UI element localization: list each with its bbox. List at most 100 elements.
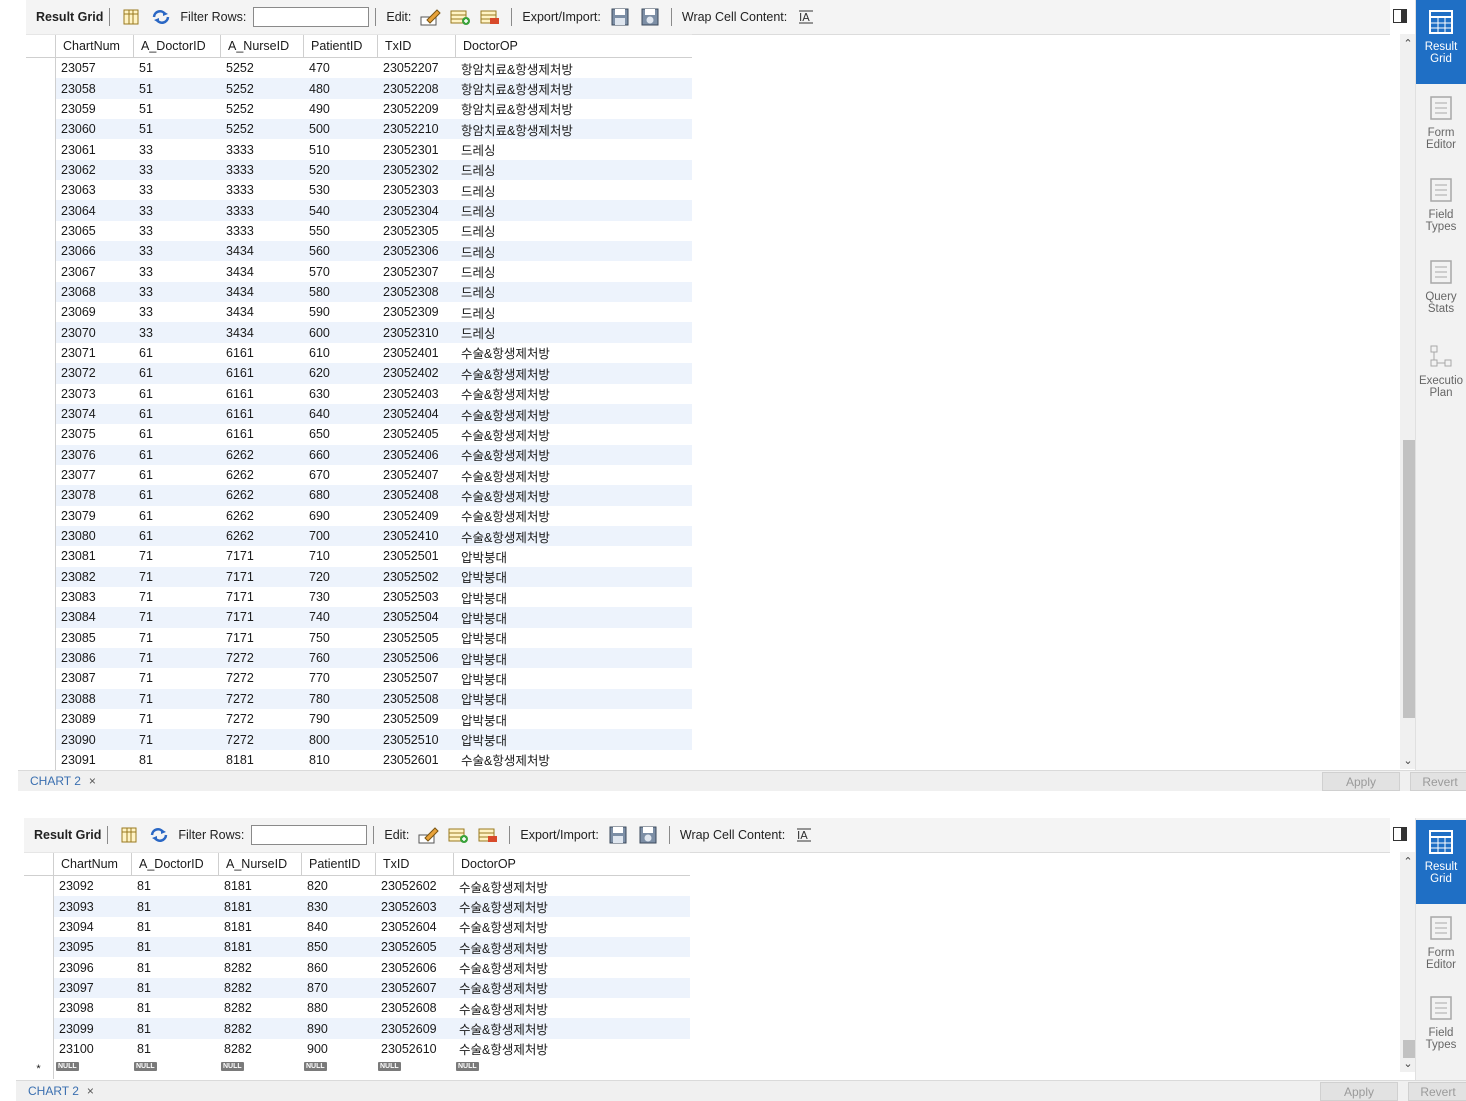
cell-txid[interactable]: 23052304	[378, 200, 456, 221]
cell-chartnum[interactable]: 23070	[56, 322, 134, 343]
cell-patientid[interactable]: 780	[304, 688, 378, 709]
cell-doctorop[interactable]: 수술&항생제처방	[456, 485, 692, 506]
table-row[interactable]: 23088 71 7272 780 23052508 압박붕대	[26, 688, 692, 709]
row-header[interactable]	[26, 729, 56, 750]
table-row[interactable]: 23057 51 5252 470 23052207 항암치료&항생제처방	[26, 58, 692, 79]
row-header[interactable]	[26, 444, 56, 465]
cell-a-doctorid[interactable]: NULL	[132, 1059, 219, 1079]
cell-patientid[interactable]: 490	[304, 99, 378, 119]
cell-chartnum[interactable]: 23080	[56, 525, 134, 547]
cell-txid[interactable]: 23052602	[376, 876, 454, 896]
table-row[interactable]: 23083 71 7171 730 23052503 압박붕대	[26, 586, 692, 608]
sidebar-item-field-types[interactable]: Field Types	[1416, 168, 1466, 240]
cell-a-nurseid[interactable]: 8282	[219, 1018, 302, 1039]
cell-chartnum[interactable]: 23098	[54, 998, 132, 1018]
scroll-down-icon[interactable]: ⌄	[1400, 753, 1416, 767]
cell-txid[interactable]: 23052604	[376, 917, 454, 937]
cell-patientid[interactable]: 580	[304, 281, 378, 303]
cell-a-nurseid[interactable]: 8181	[219, 896, 302, 917]
import-icon[interactable]	[639, 7, 661, 27]
cell-doctorop[interactable]: 드레싱	[456, 180, 692, 200]
table-row[interactable]: 23070 33 3434 600 23052310 드레싱	[26, 322, 692, 343]
add-row-icon[interactable]	[447, 825, 469, 845]
cell-txid[interactable]: 23052509	[378, 709, 456, 729]
grid-layout-icon[interactable]	[118, 825, 140, 845]
cell-txid[interactable]: 23052608	[376, 998, 454, 1018]
table-row[interactable]: 23072 61 6161 620 23052402 수술&항생제처방	[26, 363, 692, 384]
cell-chartnum[interactable]: 23084	[56, 607, 134, 628]
cell-doctorop[interactable]: 수술&항생제처방	[456, 343, 692, 363]
cell-a-nurseid[interactable]: 7171	[221, 566, 304, 587]
row-header[interactable]	[26, 485, 56, 506]
cell-a-doctorid[interactable]: 71	[134, 647, 221, 669]
wrap-text-icon[interactable]: IA	[793, 825, 815, 845]
cell-chartnum[interactable]: 23066	[56, 241, 134, 262]
cell-patientid[interactable]: 660	[304, 444, 378, 465]
delete-row-icon[interactable]	[479, 7, 501, 27]
cell-txid[interactable]: 23052305	[378, 221, 456, 241]
cell-a-nurseid[interactable]: 5252	[221, 58, 304, 78]
cell-chartnum[interactable]: 23069	[56, 302, 134, 322]
cell-chartnum[interactable]: 23072	[56, 363, 134, 384]
cell-chartnum[interactable]: 23085	[56, 628, 134, 648]
scroll-up-icon[interactable]: ⌃	[1400, 36, 1416, 50]
cell-doctorop[interactable]: 수술&항생제처방	[454, 917, 690, 937]
cell-a-doctorid[interactable]: 81	[132, 977, 219, 999]
tab-chart-2[interactable]: CHART 2 ×	[28, 1084, 94, 1098]
cell-chartnum[interactable]: 23079	[56, 506, 134, 526]
cell-doctorop[interactable]: 압박붕대	[456, 566, 692, 587]
row-header[interactable]	[26, 78, 56, 99]
cell-patientid[interactable]: 470	[304, 58, 378, 78]
table-row[interactable]: 23071 61 6161 610 23052401 수술&항생제처방	[26, 342, 692, 364]
cell-a-nurseid[interactable]: 8282	[219, 957, 302, 977]
column-header-chartnum[interactable]: ChartNum	[56, 35, 134, 57]
cell-doctorop[interactable]: 압박붕대	[456, 587, 692, 607]
cell-txid[interactable]: 23052605	[376, 937, 454, 958]
add-row-icon[interactable]	[449, 7, 471, 27]
cell-txid[interactable]: 23052210	[378, 119, 456, 140]
cell-patientid[interactable]: 850	[302, 937, 376, 958]
cell-a-nurseid[interactable]: 8181	[219, 937, 302, 958]
cell-doctorop[interactable]: 드레싱	[456, 159, 692, 181]
column-header-txid[interactable]: TxID	[376, 853, 454, 875]
refresh-icon[interactable]	[148, 825, 170, 845]
row-header[interactable]	[26, 607, 56, 628]
cell-chartnum[interactable]: 23062	[56, 159, 134, 181]
table-row[interactable]: 23074 61 6161 640 23052404 수술&항생제처방	[26, 403, 692, 425]
cell-doctorop[interactable]: 수술&항생제처방	[456, 750, 692, 770]
row-header[interactable]	[26, 688, 56, 709]
cell-patientid[interactable]: 670	[304, 465, 378, 485]
cell-txid[interactable]: 23052507	[378, 668, 456, 688]
cell-txid[interactable]: 23052606	[376, 957, 454, 977]
cell-a-nurseid[interactable]: 6262	[221, 444, 304, 465]
cell-a-doctorid[interactable]: 81	[132, 876, 219, 896]
row-header[interactable]	[26, 98, 56, 120]
cell-doctorop[interactable]: 압박붕대	[456, 546, 692, 566]
table-row[interactable]: 23081 71 7171 710 23052501 압박붕대	[26, 546, 692, 567]
cell-patientid[interactable]: 530	[304, 180, 378, 200]
table-row[interactable]: 23090 71 7272 800 23052510 압박붕대	[26, 729, 692, 750]
cell-chartnum[interactable]: 23096	[54, 957, 132, 977]
cell-a-doctorid[interactable]: 33	[134, 322, 221, 343]
filter-rows-input[interactable]	[251, 825, 368, 845]
scroll-down-icon[interactable]: ⌄	[1400, 1056, 1416, 1070]
cell-chartnum[interactable]: 23083	[56, 587, 134, 607]
cell-doctorop[interactable]: 항암치료&항생제처방	[456, 58, 692, 78]
cell-patientid[interactable]: 870	[302, 977, 376, 999]
column-header-a-nurseid[interactable]: A_NurseID	[219, 853, 302, 875]
cell-doctorop[interactable]: 수술&항생제처방	[456, 465, 692, 485]
cell-doctorop[interactable]: 수술&항생제처방	[456, 444, 692, 465]
row-header[interactable]	[24, 957, 54, 978]
edit-row-icon[interactable]	[417, 825, 440, 845]
row-header[interactable]	[26, 139, 56, 160]
cell-doctorop[interactable]: 드레싱	[456, 200, 692, 221]
row-header[interactable]	[26, 261, 56, 282]
apply-button[interactable]: Apply	[1322, 772, 1400, 791]
cell-doctorop[interactable]: 항암치료&항생제처방	[456, 78, 692, 99]
row-header[interactable]	[26, 200, 56, 221]
cell-a-nurseid[interactable]: 7272	[221, 709, 304, 729]
delete-row-icon[interactable]	[477, 825, 499, 845]
table-row[interactable]: 23082 71 7171 720 23052502 압박붕대	[26, 566, 692, 587]
column-header-doctorop[interactable]: DoctorOP	[456, 35, 692, 57]
cell-txid[interactable]: 23052609	[376, 1018, 454, 1039]
